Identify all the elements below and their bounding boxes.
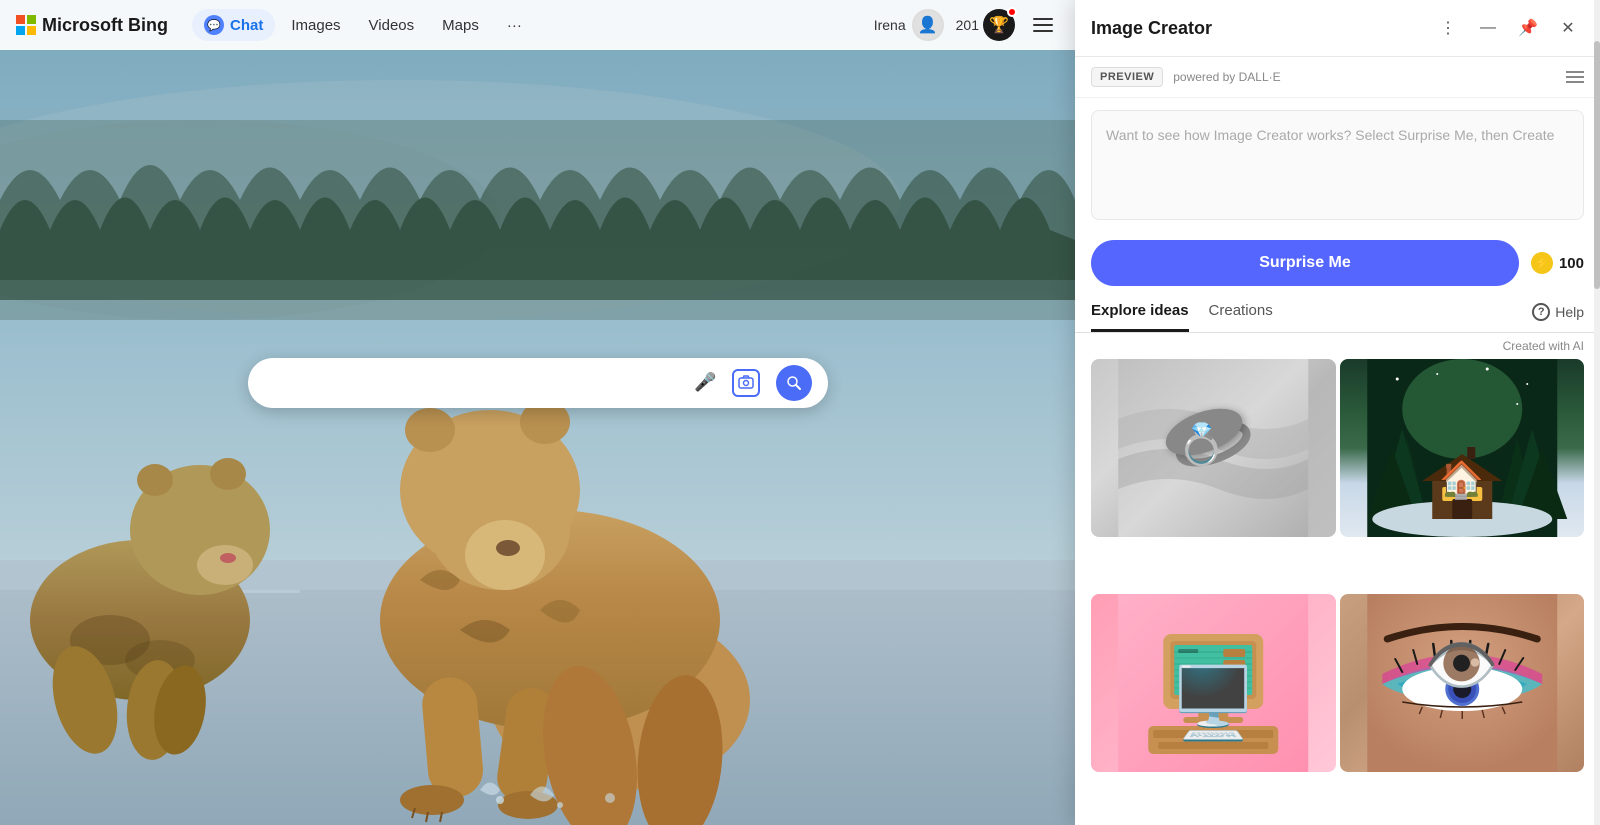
menu-line-2 bbox=[1033, 24, 1053, 26]
gallery-img-ring-svg bbox=[1091, 359, 1336, 537]
search-bar: 🎤 bbox=[248, 358, 828, 408]
tab-explore-ideas-label: Explore ideas bbox=[1091, 302, 1189, 319]
nav-link-more[interactable]: ··· bbox=[495, 11, 534, 40]
navbar: Microsoft Bing 💬 Chat Images Videos Maps… bbox=[0, 0, 1075, 50]
chat-bubble-icon: 💬 bbox=[204, 15, 224, 35]
created-with-ai-label: Created with AI bbox=[1075, 333, 1600, 359]
help-circle-icon: ? bbox=[1532, 303, 1550, 321]
panel-badges: PREVIEW powered by DALL·E bbox=[1075, 57, 1600, 98]
panel-menu-button[interactable] bbox=[1566, 71, 1584, 83]
nav-link-images-label: Images bbox=[291, 17, 340, 34]
menu-line-3 bbox=[1033, 30, 1053, 32]
nav-link-videos-label: Videos bbox=[369, 17, 415, 34]
more-options-button[interactable]: ⋮ bbox=[1432, 12, 1464, 44]
microsoft-logo bbox=[16, 15, 36, 35]
prompt-area[interactable]: Want to see how Image Creator works? Sel… bbox=[1091, 110, 1584, 220]
user-area[interactable]: Irena 👤 bbox=[874, 9, 944, 41]
search-container: 🎤 bbox=[248, 358, 828, 408]
menu-line-3 bbox=[1566, 81, 1584, 83]
gallery-item-eye[interactable] bbox=[1340, 594, 1585, 772]
coin-icon: ⚡ bbox=[1531, 252, 1553, 274]
help-label: Help bbox=[1555, 304, 1584, 320]
gallery-img-eye-svg bbox=[1340, 594, 1585, 772]
search-input[interactable] bbox=[264, 374, 692, 392]
nav-link-images[interactable]: Images bbox=[279, 11, 352, 40]
coin-count: 100 bbox=[1559, 255, 1584, 272]
gallery-grid bbox=[1075, 359, 1600, 825]
help-button[interactable]: ? Help bbox=[1532, 303, 1584, 331]
menu-line-1 bbox=[1033, 18, 1053, 20]
rewards-area[interactable]: 201 🏆 bbox=[956, 9, 1015, 41]
nav-link-maps-label: Maps bbox=[442, 17, 479, 34]
ms-logo-cell-red bbox=[16, 15, 25, 24]
rewards-notification-dot bbox=[1007, 7, 1017, 17]
minimize-button[interactable]: — bbox=[1472, 12, 1504, 44]
surprise-area: Surprise Me ⚡ 100 bbox=[1075, 232, 1600, 294]
search-submit-button[interactable] bbox=[776, 365, 812, 401]
dalle-label: powered by DALL·E bbox=[1173, 70, 1280, 84]
created-ai-text: Created with AI bbox=[1503, 339, 1584, 353]
ms-logo-cell-yellow bbox=[27, 26, 36, 35]
rewards-count: 201 bbox=[956, 17, 979, 33]
nav-link-chat-label: Chat bbox=[230, 17, 263, 34]
gallery-item-cabin[interactable] bbox=[1340, 359, 1585, 537]
logo-area[interactable]: Microsoft Bing bbox=[16, 15, 168, 36]
coins-area: ⚡ 100 bbox=[1531, 252, 1584, 274]
user-name: Irena bbox=[874, 17, 906, 33]
visual-search-button[interactable] bbox=[732, 369, 760, 397]
hamburger-menu-button[interactable] bbox=[1027, 9, 1059, 41]
ms-logo-cell-green bbox=[27, 15, 36, 24]
panel-actions: ⋮ — 📌 ✕ bbox=[1432, 12, 1584, 44]
gallery-img-cabin-svg bbox=[1340, 359, 1585, 537]
tab-creations[interactable]: Creations bbox=[1209, 302, 1273, 332]
nav-right: Irena 👤 201 🏆 bbox=[874, 9, 1059, 41]
menu-line-1 bbox=[1566, 71, 1584, 73]
preview-badge: PREVIEW bbox=[1091, 67, 1163, 87]
bear-scene bbox=[0, 0, 1075, 825]
voice-search-button[interactable]: 🎤 bbox=[692, 369, 720, 397]
pin-button[interactable]: 📌 bbox=[1512, 12, 1544, 44]
nav-link-maps[interactable]: Maps bbox=[430, 11, 491, 40]
surprise-me-button[interactable]: Surprise Me bbox=[1091, 240, 1519, 286]
nav-link-more-label: ··· bbox=[507, 17, 522, 34]
tab-creations-label: Creations bbox=[1209, 302, 1273, 319]
rewards-icon: 🏆 bbox=[983, 9, 1015, 41]
menu-line-2 bbox=[1566, 76, 1584, 78]
tab-explore-ideas[interactable]: Explore ideas bbox=[1091, 302, 1189, 332]
lightning-icon: ⚡ bbox=[1534, 256, 1549, 270]
panel-title: Image Creator bbox=[1091, 18, 1424, 39]
gallery-item-ring[interactable] bbox=[1091, 359, 1336, 537]
bing-main-area: Microsoft Bing 💬 Chat Images Videos Maps… bbox=[0, 0, 1075, 825]
search-icons: 🎤 bbox=[692, 365, 812, 401]
panel-scrollbar-thumb bbox=[1594, 41, 1600, 289]
panel-scrollbar[interactable] bbox=[1594, 0, 1600, 825]
gallery-item-computer[interactable] bbox=[1091, 594, 1336, 772]
nav-links: 💬 Chat Images Videos Maps ··· bbox=[192, 9, 534, 41]
close-panel-button[interactable]: ✕ bbox=[1552, 12, 1584, 44]
gallery-img-computer-svg bbox=[1091, 594, 1336, 772]
image-creator-panel: Image Creator ⋮ — 📌 ✕ PREVIEW powered by… bbox=[1075, 0, 1600, 825]
panel-header: Image Creator ⋮ — 📌 ✕ bbox=[1075, 0, 1600, 57]
ms-logo-cell-blue bbox=[16, 26, 25, 35]
prompt-placeholder-text: Want to see how Image Creator works? Sel… bbox=[1106, 127, 1554, 143]
nav-link-videos[interactable]: Videos bbox=[357, 11, 427, 40]
bing-brand-text: Microsoft Bing bbox=[42, 15, 168, 36]
nav-link-chat[interactable]: 💬 Chat bbox=[192, 9, 275, 41]
panel-tabs: Explore ideas Creations ? Help bbox=[1075, 294, 1600, 333]
user-avatar: 👤 bbox=[912, 9, 944, 41]
